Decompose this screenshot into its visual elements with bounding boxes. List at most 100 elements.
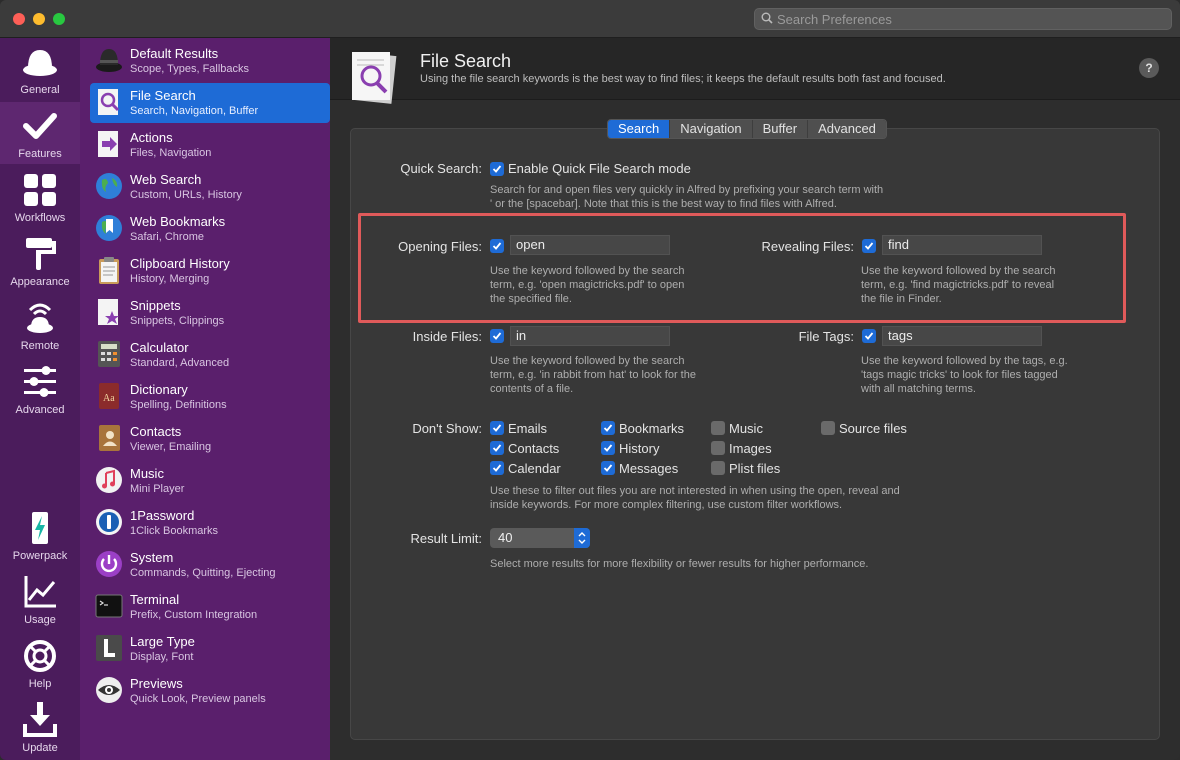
rail-item-advanced[interactable]: Advanced <box>0 358 80 420</box>
revealing-files-description-2: term, e.g. 'find magictricks.pdf' to rev… <box>861 279 1055 291</box>
rail-item-powerpack[interactable]: Powerpack <box>0 504 80 566</box>
checkmark-icon <box>492 165 502 173</box>
dont-show-label: Don't Show: <box>412 421 482 436</box>
feature-subtitle: History, Merging <box>130 273 210 285</box>
sliders-icon <box>24 366 56 397</box>
feature-subtitle: Files, Navigation <box>130 147 212 159</box>
revealing-files-checkbox[interactable] <box>862 239 876 253</box>
dont-show-source-files-checkbox[interactable] <box>821 421 835 435</box>
feature-item-actions[interactable]: Actions Files, Navigation <box>90 125 330 165</box>
grid-icon <box>24 174 56 206</box>
dont-show-history-checkbox[interactable] <box>601 441 615 455</box>
page-subtitle: Using the file search keywords is the be… <box>420 73 946 85</box>
feature-title: Web Search <box>130 172 202 187</box>
inside-files-label: Inside Files: <box>412 329 482 344</box>
rail-item-appearance[interactable]: Appearance <box>0 230 80 292</box>
preferences-window: General Features Workflows Appearance Re… <box>0 0 1180 760</box>
dont-show-images-checkbox[interactable] <box>711 441 725 455</box>
eye-icon <box>96 677 122 703</box>
feature-subtitle: 1Click Bookmarks <box>130 525 219 537</box>
search-input[interactable] <box>777 9 1167 29</box>
tab-search[interactable]: Search <box>608 120 671 138</box>
revealing-files-keyword-field[interactable]: find <box>882 235 1042 255</box>
minimize-window-button[interactable] <box>33 13 45 25</box>
search-preferences-field[interactable] <box>754 8 1172 30</box>
feature-item-music[interactable]: Music Mini Player <box>90 461 330 501</box>
inside-files-keyword-field[interactable]: in <box>510 326 670 346</box>
feature-item-system[interactable]: System Commands, Quitting, Ejecting <box>90 545 330 585</box>
file-tags-description-3: with all matching terms. <box>861 383 976 395</box>
inside-files-checkbox[interactable] <box>490 329 504 343</box>
quick-search-checkbox[interactable] <box>490 162 504 176</box>
feature-item-file-search[interactable]: File Search Search, Navigation, Buffer <box>90 83 330 123</box>
title-bar <box>0 0 1180 38</box>
opening-files-description-2: term, e.g. 'open magictricks.pdf' to ope… <box>490 279 685 291</box>
revealing-files-description-1: Use the keyword followed by the search <box>861 265 1056 277</box>
clipboard-icon <box>99 257 119 284</box>
feature-item-contacts[interactable]: Contacts Viewer, Emailing <box>90 419 330 459</box>
feature-item-default-results[interactable]: Default Results Scope, Types, Fallbacks <box>90 41 330 81</box>
rail-item-update[interactable]: Update <box>0 696 80 758</box>
close-window-button[interactable] <box>13 13 25 25</box>
terminal-icon <box>95 594 123 618</box>
file-tags-keyword-field[interactable]: tags <box>882 326 1042 346</box>
zoom-window-button[interactable] <box>53 13 65 25</box>
dont-show-bookmarks-checkbox[interactable] <box>601 421 615 435</box>
feature-subtitle: Mini Player <box>130 483 185 495</box>
feature-item-web-bookmarks[interactable]: Web Bookmarks Safari, Chrome <box>90 209 330 249</box>
dont-show-music-checkbox[interactable] <box>711 421 725 435</box>
rail-item-general[interactable]: General <box>0 38 80 100</box>
dont-show-emails-checkbox[interactable] <box>490 421 504 435</box>
rail-item-usage[interactable]: Usage <box>0 568 80 630</box>
opening-files-keyword-field[interactable]: open <box>510 235 670 255</box>
dont-show-plist-files-checkbox[interactable] <box>711 461 725 475</box>
rail-label: Update <box>22 742 58 754</box>
feature-title: Dictionary <box>130 382 188 397</box>
checkmark-icon <box>492 242 502 250</box>
dont-show-messages-checkbox[interactable] <box>601 461 615 475</box>
tab-navigation[interactable]: Navigation <box>670 120 753 138</box>
rail-item-features[interactable]: Features <box>0 102 80 164</box>
feature-item-calculator[interactable]: Calculator Standard, Advanced <box>90 335 330 375</box>
opening-files-description-3: the specified file. <box>490 293 572 305</box>
feature-item-previews[interactable]: Previews Quick Look, Preview panels <box>90 671 330 711</box>
quick-search-checkbox-label: Enable Quick File Search mode <box>508 161 691 176</box>
feature-subtitle: Snippets, Clippings <box>130 315 225 327</box>
feature-title: File Search <box>130 88 196 103</box>
feature-item-snippets[interactable]: Snippets Snippets, Clippings <box>90 293 330 333</box>
checkmark-icon <box>603 444 613 452</box>
opening-files-checkbox[interactable] <box>490 239 504 253</box>
inside-files-description-1: Use the keyword followed by the search <box>490 355 685 367</box>
feature-item-terminal[interactable]: Terminal Prefix, Custom Integration <box>90 587 330 627</box>
contacts-icon <box>99 425 120 451</box>
actions-icon <box>98 131 118 157</box>
feature-title: Clipboard History <box>130 256 230 271</box>
download-icon <box>23 702 57 737</box>
rail-item-remote[interactable]: Remote <box>0 294 80 356</box>
feature-item-dictionary[interactable]: Aa Dictionary Spelling, Definitions <box>90 377 330 417</box>
file-tags-description-2: 'tags magic tricks' to look for files ta… <box>861 369 1058 381</box>
main-content: File Search Using the file search keywor… <box>330 38 1180 760</box>
lifebuoy-icon <box>24 640 56 672</box>
result-limit-select[interactable]: 40 <box>490 528 590 548</box>
feature-subtitle: Standard, Advanced <box>130 357 230 369</box>
rail-label: Help <box>28 678 52 690</box>
rail-item-workflows[interactable]: Workflows <box>0 166 80 228</box>
globe-icon <box>96 173 122 199</box>
result-limit-value: 40 <box>498 530 513 545</box>
feature-title: Actions <box>130 130 173 145</box>
feature-item-1password[interactable]: 1Password 1Click Bookmarks <box>90 503 330 543</box>
feature-title: System <box>130 550 174 565</box>
dont-show-calendar-checkbox[interactable] <box>490 461 504 475</box>
tab-advanced[interactable]: Advanced <box>808 120 886 138</box>
checkmark-icon <box>23 113 57 139</box>
feature-item-clipboard-history[interactable]: Clipboard History History, Merging <box>90 251 330 291</box>
tab-buffer[interactable]: Buffer <box>752 120 809 138</box>
rail-item-help[interactable]: Help <box>0 632 80 694</box>
feature-item-large-type[interactable]: Large Type Display, Font <box>90 629 330 669</box>
file-tags-checkbox[interactable] <box>862 329 876 343</box>
feature-item-web-search[interactable]: Web Search Custom, URLs, History <box>90 167 330 207</box>
help-button[interactable]: ? <box>1139 58 1159 78</box>
dont-show-contacts-checkbox[interactable] <box>490 441 504 455</box>
snippets-icon <box>98 299 119 325</box>
